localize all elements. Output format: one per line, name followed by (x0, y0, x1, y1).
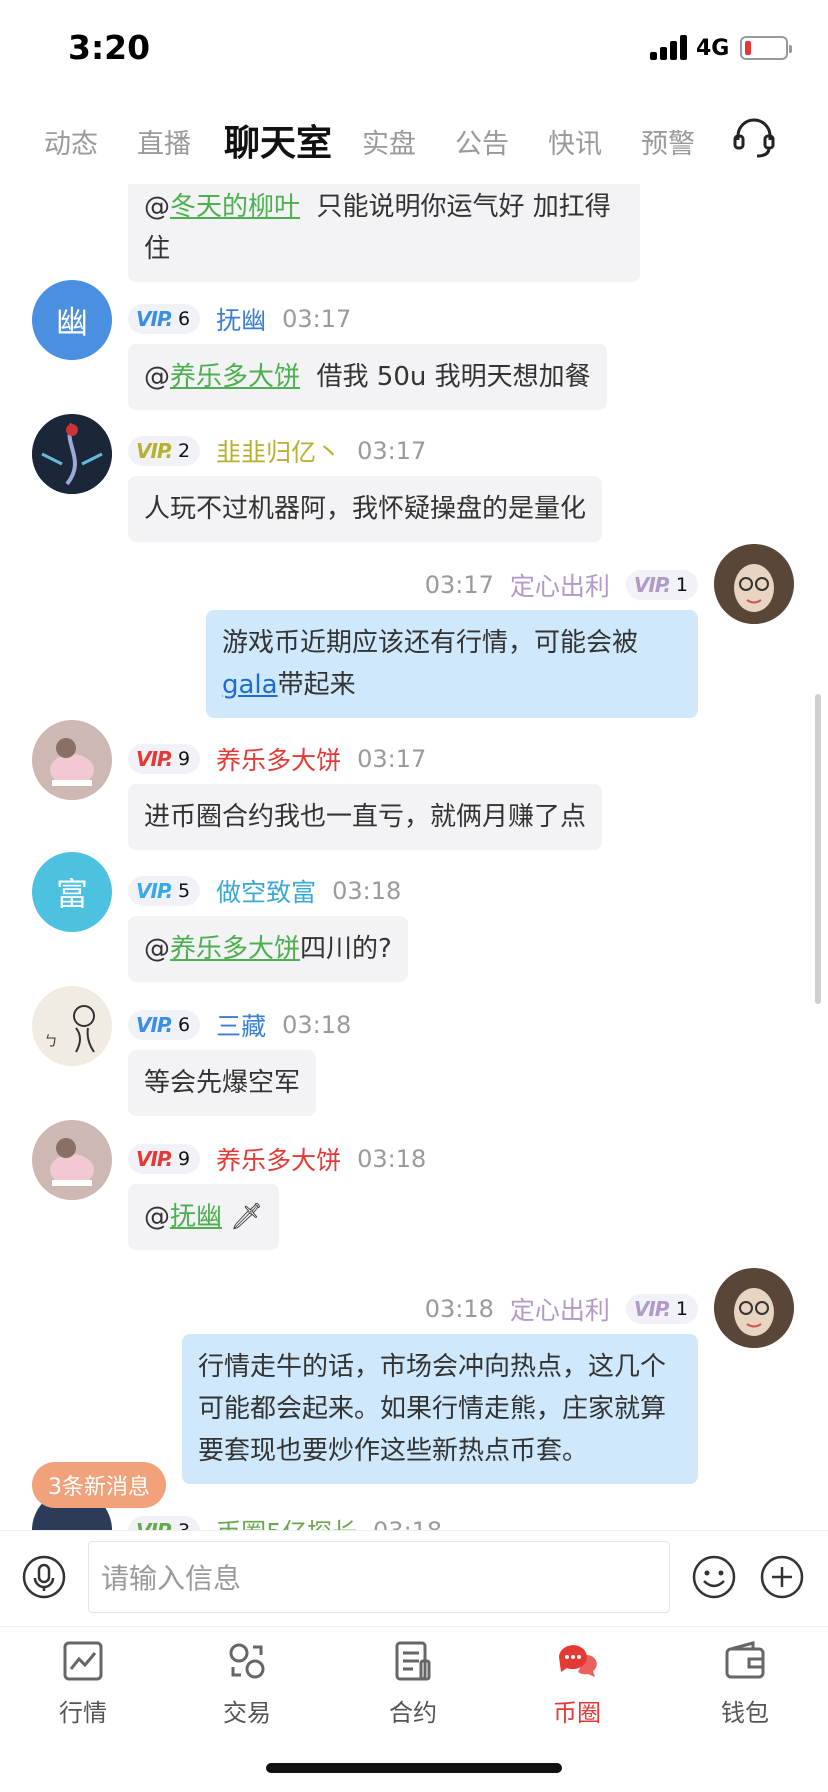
user-name[interactable]: 养乐多大饼 (216, 741, 341, 777)
vip-badge: VIP. 9 (128, 1144, 201, 1174)
tab-chatroom[interactable]: 聊天室 (224, 114, 332, 166)
avatar[interactable] (714, 544, 794, 624)
vip-badge: VIP. 1 (625, 570, 698, 600)
vip-badge: VIP. 6 (128, 1010, 201, 1040)
chart-icon (63, 1641, 103, 1681)
input-bar: 请输入信息 (0, 1530, 828, 1626)
mention-link[interactable]: 养乐多大饼 (170, 362, 300, 392)
avatar[interactable]: 幽 (32, 280, 112, 360)
microphone-icon[interactable] (22, 1555, 66, 1599)
exchange-icon (229, 1643, 265, 1679)
tab-zhibo[interactable]: 直播 (137, 122, 191, 161)
vip-badge: VIP. 5 (128, 876, 201, 906)
svg-text:ㄅ: ㄅ (44, 1034, 58, 1050)
avatar[interactable] (714, 1268, 794, 1348)
user-name[interactable]: 定心出利 (510, 1291, 610, 1327)
nav-market[interactable]: 行情 (28, 1639, 138, 1739)
avatar[interactable] (32, 720, 112, 800)
vip-badge: VIP. 6 (128, 304, 201, 334)
vip-badge: VIP. 9 (128, 744, 201, 774)
user-name[interactable]: 定心出利 (510, 567, 610, 603)
avatar[interactable] (32, 1120, 112, 1200)
mention-link[interactable]: 抚幽 (170, 1202, 222, 1232)
scrollbar[interactable] (815, 694, 821, 1004)
signal-icon (650, 34, 690, 60)
message-time: 03:18 (282, 1011, 352, 1039)
vip-badge: VIP. 2 (128, 436, 201, 466)
status-bar: 3:20 4G (0, 0, 828, 100)
message-input[interactable]: 请输入信息 (88, 1541, 670, 1613)
home-indicator[interactable] (266, 1763, 562, 1773)
message-time: 03:17 (357, 437, 427, 465)
network-label: 4G (696, 36, 730, 61)
user-name[interactable]: 币圈5亿探长 (216, 1513, 357, 1530)
message-bubble: 等会先爆空军 (128, 1050, 317, 1116)
message-time: 03:17 (424, 571, 494, 599)
message-bubble: 游戏币近期应该还有行情，可能会被gala带起来 (206, 610, 698, 718)
chat-message-list[interactable]: @冬天的柳叶 只能说明你运气好 加扛得住 幽 VIP. 6 抚幽 03:17 @养… (0, 184, 828, 1530)
message-bubble: @养乐多大饼 借我 50u 我明天想加餐 (128, 344, 607, 410)
contract-icon (395, 1641, 431, 1681)
message-meta: 03:17 定心出利 VIP. 1 (425, 568, 698, 602)
tab-shipan[interactable]: 实盘 (362, 122, 416, 161)
user-name[interactable]: 抚幽 (216, 301, 266, 337)
plus-icon[interactable] (760, 1555, 804, 1599)
battery-icon (740, 36, 792, 60)
message-meta: VIP. 9 养乐多大饼 03:18 (128, 1142, 426, 1176)
mention-link[interactable]: 养乐多大饼 (170, 934, 300, 964)
nav-contract[interactable]: 合约 (358, 1639, 468, 1739)
message-time: 03:18 (332, 877, 402, 905)
message-bubble: @养乐多大饼四川的? (128, 916, 408, 982)
sword-emoji-icon: 🗡 (230, 1202, 264, 1232)
message-meta: 03:18 定心出利 VIP. 1 (425, 1292, 698, 1326)
message-bubble: 人玩不过机器阿，我怀疑操盘的是量化 (128, 476, 603, 542)
new-messages-badge[interactable]: 3条新消息 (32, 1462, 166, 1508)
message-bubble: 行情走牛的话，市场会冲向热点，这几个可能都会起来。如果行情走熊，庄家就算要套现也… (182, 1334, 698, 1484)
avatar[interactable]: ㄅ (32, 986, 112, 1066)
vip-badge: VIP. 1 (625, 1294, 698, 1324)
message-meta: VIP. 6 抚幽 03:17 (128, 302, 351, 336)
message-meta: VIP. 9 养乐多大饼 03:17 (128, 742, 426, 776)
message-time: 03:18 (373, 1517, 442, 1530)
user-name[interactable]: 养乐多大饼 (216, 1141, 341, 1177)
message-bubble: @抚幽 🗡 (128, 1184, 280, 1250)
nav-wallet[interactable]: 钱包 (690, 1639, 800, 1739)
nav-trade[interactable]: 交易 (192, 1639, 302, 1739)
tab-dongtai[interactable]: 动态 (44, 122, 98, 161)
tab-gonggao[interactable]: 公告 (455, 122, 509, 161)
message-bubble: 进币圈合约我也一直亏，就俩月赚了点 (128, 784, 603, 850)
user-name[interactable]: 三藏 (216, 1007, 266, 1043)
wallet-icon (725, 1641, 765, 1679)
message-time: 03:18 (357, 1145, 427, 1173)
emoji-icon[interactable] (692, 1555, 736, 1599)
avatar[interactable]: 富 (32, 852, 112, 932)
message-meta: VIP.3 币圈5亿探长 03:18 (128, 1514, 442, 1530)
customer-service-icon[interactable] (730, 114, 778, 162)
status-time: 3:20 (68, 28, 151, 67)
vip-badge: VIP.3 (128, 1516, 201, 1530)
coin-link[interactable]: gala (222, 670, 278, 700)
chat-bubbles-icon (559, 1645, 597, 1677)
message-time: 03:17 (282, 305, 352, 333)
user-name[interactable]: 做空致富 (216, 873, 316, 909)
top-tabs: 动态 直播 聊天室 实盘 公告 快讯 预警 (0, 100, 828, 184)
message-time: 03:17 (357, 745, 427, 773)
avatar[interactable] (32, 414, 112, 494)
tab-yujing[interactable]: 预警 (641, 122, 695, 161)
message-meta: VIP. 6 三藏 03:18 (128, 1008, 351, 1042)
nav-community[interactable]: 币圈 (522, 1639, 632, 1739)
mention-link[interactable]: 冬天的柳叶 (170, 192, 300, 222)
tab-kuaixun[interactable]: 快讯 (548, 122, 602, 161)
user-name[interactable]: 韭韭归亿丶 (216, 433, 341, 469)
message-meta: VIP. 2 韭韭归亿丶 03:17 (128, 434, 426, 468)
bottom-nav: 行情 交易 合约 币圈 钱包 (0, 1626, 828, 1792)
message-bubble: @冬天的柳叶 只能说明你运气好 加扛得住 (128, 184, 640, 282)
message-time: 03:18 (424, 1295, 494, 1323)
message-meta: VIP. 5 做空致富 03:18 (128, 874, 401, 908)
